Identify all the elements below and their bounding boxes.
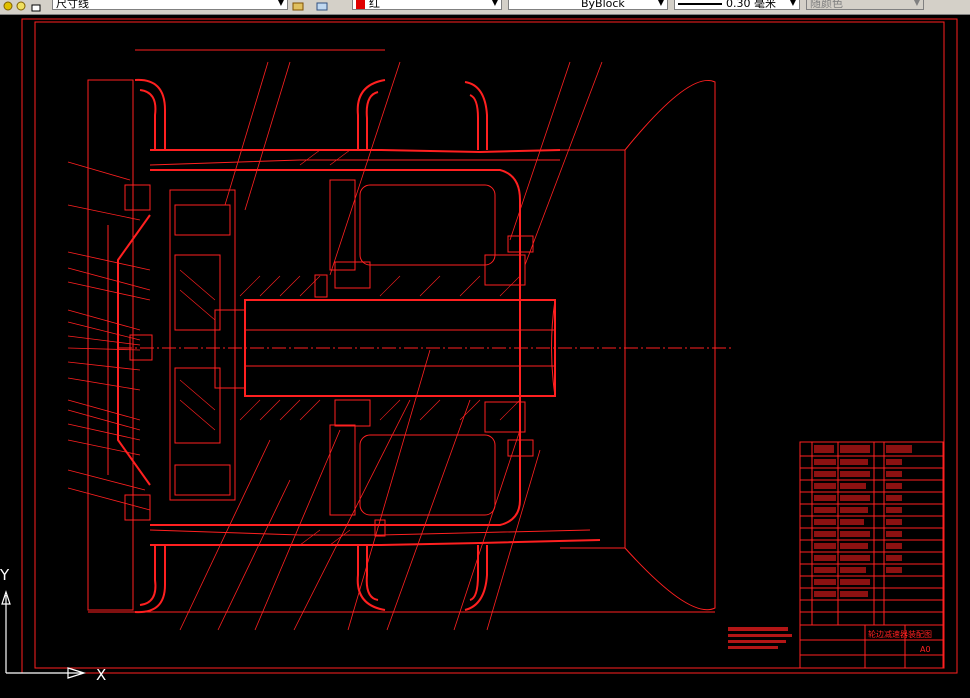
plotstyle-dropdown-value: 随颜色 bbox=[810, 0, 843, 10]
extension-box bbox=[87, 79, 134, 611]
lineweight-dropdown-value: 0.30 毫米 bbox=[726, 0, 776, 10]
layer-dropdown-value: 尺寸线 bbox=[56, 0, 89, 10]
gear-housing bbox=[169, 189, 236, 501]
bearing-bottom-mid bbox=[334, 399, 371, 427]
chevron-down-icon: ▼ bbox=[789, 0, 797, 7]
chevron-down-icon: ▼ bbox=[277, 0, 285, 7]
rim-flange-right-bottom bbox=[464, 545, 488, 611]
tech-notes bbox=[728, 627, 792, 649]
planet-gear-bottom bbox=[174, 367, 221, 444]
subtitle-text: 装配图 bbox=[908, 629, 932, 639]
leader-lines-top bbox=[224, 61, 603, 276]
bearing-top-mid bbox=[334, 261, 371, 289]
outer-border bbox=[21, 18, 958, 674]
rim-inner-top bbox=[149, 159, 560, 166]
layer-previous-icon[interactable] bbox=[316, 0, 328, 11]
chevron-down-icon: ▼ bbox=[491, 0, 499, 7]
ucs-icon bbox=[1, 590, 87, 679]
leader-lines-left bbox=[67, 161, 151, 511]
layer-lock-icon[interactable] bbox=[30, 0, 42, 12]
sheet-size-text: A0 bbox=[920, 645, 931, 654]
hub-cavity-top bbox=[359, 184, 496, 266]
bearing-top-left bbox=[174, 204, 231, 236]
chevron-down-icon: ▼ bbox=[657, 0, 665, 7]
rim-inner-bottom bbox=[149, 529, 591, 536]
bolt-bottom-1 bbox=[124, 494, 151, 521]
bolt-mid-top bbox=[314, 274, 328, 298]
rim-flange-left-top bbox=[134, 78, 166, 150]
make-current-layer-icon[interactable] bbox=[292, 0, 304, 11]
rim-flange-mid-bottom bbox=[356, 545, 386, 611]
linetype-dropdown[interactable]: ByBlock ▼ bbox=[508, 0, 668, 10]
layer-state-icon[interactable] bbox=[2, 0, 14, 11]
title-text: 轮边减速器 bbox=[868, 629, 908, 639]
color-swatch bbox=[356, 0, 365, 9]
rim-flange-mid-top bbox=[356, 79, 386, 150]
ucs-y-label: Y bbox=[0, 566, 10, 584]
plotstyle-dropdown[interactable]: 随颜色 ▼ bbox=[806, 0, 924, 10]
chevron-down-icon: ▼ bbox=[913, 0, 921, 7]
rim-base-bottom bbox=[150, 539, 601, 546]
properties-toolbar: 尺寸线 ▼ 红 ▼ ByBlock ▼ 0.30 毫米 ▼ 随颜色 ▼ bbox=[0, 0, 970, 15]
lineweight-dropdown[interactable]: 0.30 毫米 ▼ bbox=[674, 0, 800, 10]
color-dropdown-value: 红 bbox=[369, 0, 380, 10]
inner-border bbox=[34, 21, 945, 669]
drawing-canvas[interactable]: 轮边减速器 装配图 A0 Y X bbox=[0, 15, 970, 694]
linetype-dropdown-value: ByBlock bbox=[581, 0, 625, 10]
ucs-x-label: X bbox=[96, 666, 106, 684]
rim-flange-left-bottom bbox=[134, 545, 166, 614]
bolt-top-1 bbox=[124, 184, 151, 211]
drawing-svg: 轮边减速器 装配图 A0 Y X bbox=[0, 18, 958, 684]
rim-base-top bbox=[150, 149, 561, 154]
layer-dropdown[interactable]: 尺寸线 ▼ bbox=[52, 0, 288, 10]
rim-flange-right-top bbox=[464, 81, 488, 150]
bearing-bottom-left bbox=[174, 464, 231, 496]
layer-freeze-icon[interactable] bbox=[15, 0, 27, 11]
lineweight-sample bbox=[678, 3, 722, 5]
color-dropdown[interactable]: 红 ▼ bbox=[352, 0, 502, 10]
hub-cavity-bottom bbox=[359, 434, 496, 516]
